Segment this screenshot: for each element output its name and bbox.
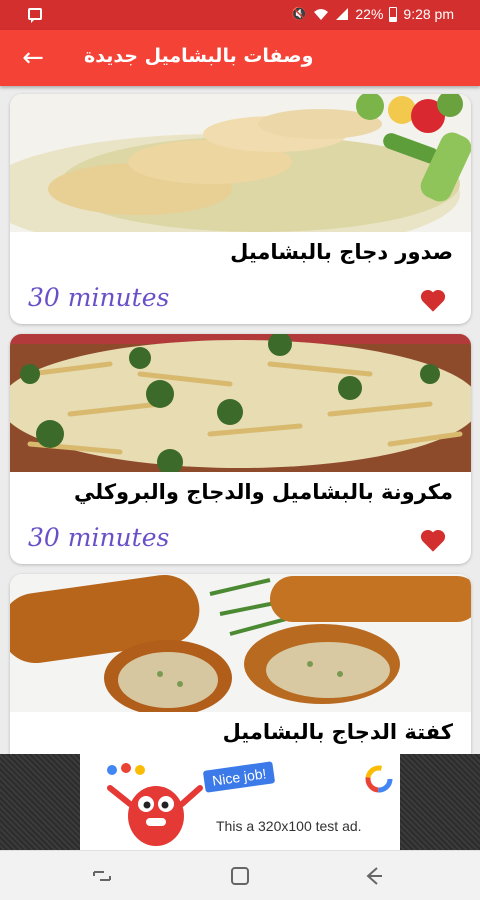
arrow-back-icon[interactable]: ← <box>18 44 48 72</box>
recipe-card[interactable]: مكرونة بالبشاميل والدجاج والبروكلي 30 mi… <box>10 334 471 564</box>
mute-icon: 🔇 <box>291 6 308 21</box>
recipe-image <box>10 94 471 232</box>
ad-text: This a 320x100 test ad. <box>216 818 362 834</box>
status-bar: 🔇 22% 9:28 pm <box>0 0 480 30</box>
status-indicators: 🔇 22% 9:28 pm <box>291 6 454 22</box>
recipe-card[interactable]: كفتة الدجاج بالبشاميل <box>10 574 471 754</box>
ad-logo-icon <box>365 765 393 793</box>
heart-icon[interactable] <box>419 287 447 313</box>
battery-percent: 22% <box>355 6 384 22</box>
recipe-image <box>10 334 471 472</box>
recipe-list[interactable]: صدور دجاج بالبشاميل 30 minutes مكرونة با… <box>0 86 480 754</box>
recipe-time: 30 minutes <box>28 283 170 312</box>
ad-container: Nice job! This a 320x100 test ad. <box>0 754 480 850</box>
clock: 9:28 pm <box>403 6 454 22</box>
back-icon[interactable] <box>362 865 386 887</box>
navigation-bar <box>0 850 480 900</box>
home-icon[interactable] <box>228 865 252 887</box>
ad-mascot-icon <box>107 763 203 846</box>
ad-padding-right <box>400 754 480 850</box>
ad-banner[interactable]: Nice job! This a 320x100 test ad. <box>80 754 400 850</box>
ad-badge: Nice job! <box>202 761 276 793</box>
app-bar: ← وصفات بالبشاميل جديدة <box>0 30 480 86</box>
message-icon <box>28 8 42 23</box>
signal-icon <box>336 8 349 20</box>
recipe-title: صدور دجاج بالبشاميل <box>230 240 453 264</box>
page-title: وصفات بالبشاميل جديدة <box>84 45 314 67</box>
recipe-card[interactable]: صدور دجاج بالبشاميل 30 minutes <box>10 94 471 324</box>
recents-icon[interactable] <box>90 865 114 887</box>
wifi-icon <box>314 9 329 20</box>
heart-icon[interactable] <box>419 527 447 553</box>
ad-padding-left <box>0 754 80 850</box>
recipe-title: مكرونة بالبشاميل والدجاج والبروكلي <box>74 480 453 504</box>
recipe-time: 30 minutes <box>28 523 170 552</box>
recipe-image <box>10 574 471 712</box>
battery-icon <box>389 6 398 22</box>
recipe-title: كفتة الدجاج بالبشاميل <box>222 720 453 744</box>
